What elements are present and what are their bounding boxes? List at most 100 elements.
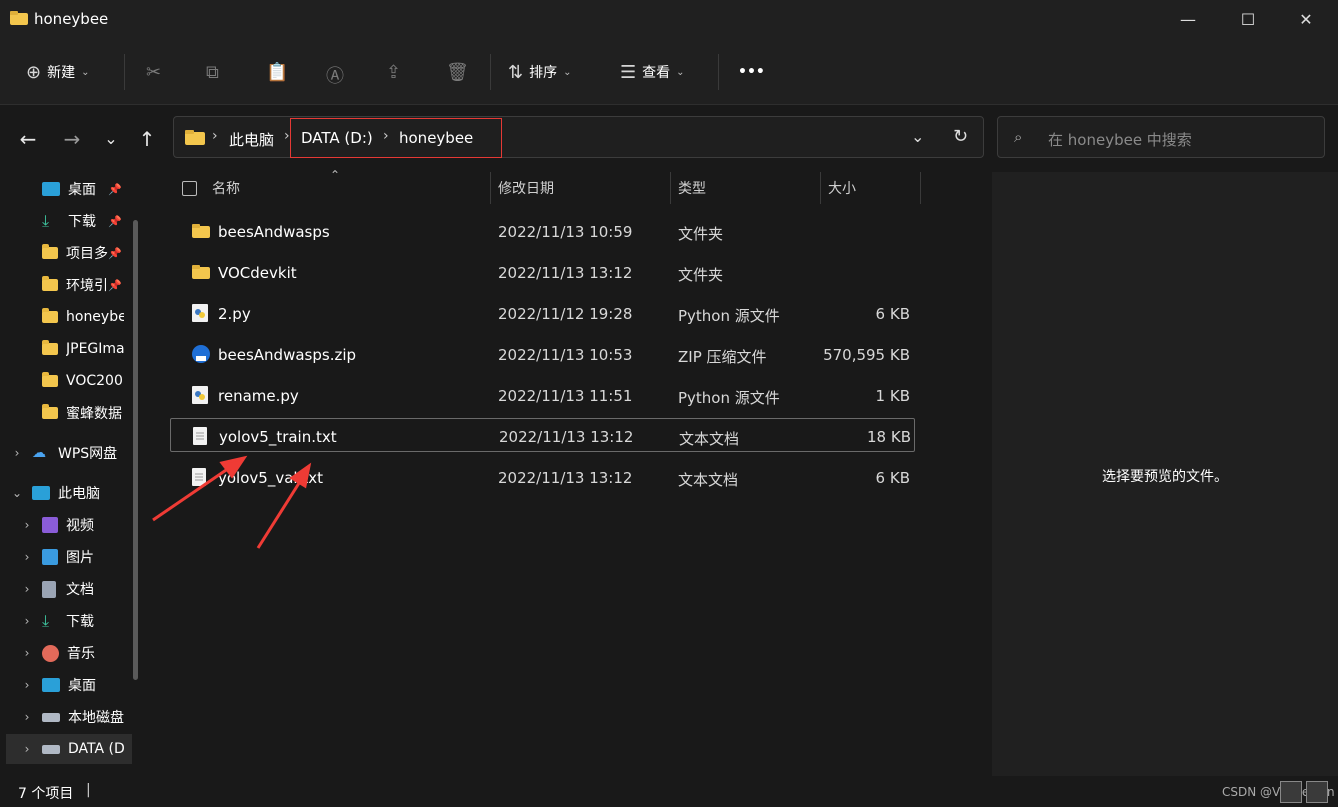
copy-icon[interactable]: ⧉ [206,62,219,83]
cut-icon[interactable]: ✂ [146,62,161,83]
column-header-size[interactable]: 大小 [828,172,856,204]
file-type: 文本文档 [679,430,740,448]
preview-pane: 选择要预览的文件。 [992,172,1338,776]
divider [124,54,125,90]
chevron-right-icon: › [24,614,30,628]
sidebar-item-downloads[interactable]: ⤓ 下载 📌 [0,206,150,236]
table-row[interactable]: yolov5_train.txt 2022/11/13 13:12 文本文档 1… [170,418,915,452]
column-divider[interactable] [820,172,821,204]
table-row[interactable]: yolov5_val.txt 2022/11/13 13:12 文本文档 6 K… [170,460,915,494]
share-icon[interactable]: ⇪ [386,62,401,83]
sidebar-item-bee-data[interactable]: 蜜蜂数据 [0,398,150,428]
folder-icon [192,265,210,279]
sidebar-item-honeybee[interactable]: honeybee [0,302,150,332]
chevron-down-icon: ⌄ [11,486,23,500]
rename-icon[interactable]: Ⓐ [326,62,344,88]
sidebar-item-this-pc[interactable]: ⌄ 此电脑 [0,478,150,508]
delete-icon[interactable]: 🗑 [446,62,469,83]
up-arrow-icon[interactable]: ↑ [133,127,161,151]
sidebar-item-voc[interactable]: VOC200 [0,366,150,396]
file-type: Python 源文件 [678,307,780,325]
sidebar-item-wps[interactable]: › ☁ WPS网盘 [0,438,150,468]
sidebar-item-label: 本地磁盘 [68,710,124,726]
sidebar-item-downloads-pc[interactable]: › ⤓ 下载 [0,606,150,636]
view-button[interactable]: ☰ 查看 ⌄ [620,54,685,90]
search-box[interactable]: ⌕ 在 honeybee 中搜索 [997,116,1325,158]
sidebar-item-desktop[interactable]: 桌面 📌 [0,174,150,204]
status-divider: | [86,782,91,798]
desktop-icon [42,678,60,692]
sidebar-item-label: 图片 [66,550,94,566]
file-date: 2022/11/12 19:28 [498,305,633,323]
pin-icon: 📌 [108,246,122,260]
column-divider[interactable] [490,172,491,204]
sidebar-item-jpegimages[interactable]: JPEGIma [0,334,150,364]
sidebar-item-pictures[interactable]: › 图片 [0,542,150,572]
file-date: 2022/11/13 10:59 [498,223,633,241]
music-icon [42,644,59,662]
large-icons-view-icon[interactable] [1306,781,1328,803]
column-header-name[interactable]: 名称 [212,172,240,204]
maximize-button[interactable]: ☐ [1218,0,1278,38]
sidebar-item-desktop-pc[interactable]: › 桌面 [0,670,150,700]
sort-button[interactable]: ⇅ 排序 ⌄ [508,54,571,90]
zip-file-icon [192,345,210,363]
sidebar-item-videos[interactable]: › 视频 [0,510,150,540]
sidebar-item-env[interactable]: 环境引 📌 [0,270,150,300]
file-name: beesAndwasps [218,223,330,241]
refresh-icon[interactable]: ↻ [953,126,968,147]
file-list: ⌃ 名称 修改日期 类型 大小 beesAndwasps 2022/11/13 … [150,168,990,776]
column-divider[interactable] [920,172,921,204]
recent-chevron-icon[interactable]: ⌄ [97,129,125,148]
sort-ascending-icon: ⌃ [330,168,341,182]
column-header-date[interactable]: 修改日期 [498,172,554,204]
pin-icon: 📌 [108,182,122,196]
sidebar-item-label: 项目多 [66,246,108,262]
plus-circle-icon: ⊕ [26,61,42,83]
sidebar-item-projects[interactable]: 项目多 📌 [0,238,150,268]
select-all-checkbox[interactable] [182,172,197,204]
table-row[interactable]: rename.py 2022/11/13 11:51 Python 源文件 1 … [170,378,915,412]
details-view-icon[interactable] [1280,781,1302,803]
sidebar-scrollbar[interactable] [133,220,138,680]
file-type: Python 源文件 [678,389,780,407]
divider [718,54,719,90]
table-row[interactable]: 2.py 2022/11/12 19:28 Python 源文件 6 KB [170,296,915,330]
sidebar-item-label: 音乐 [67,646,95,662]
search-icon: ⌕ [1014,128,1023,146]
file-size: 570,595 KB [823,346,910,364]
file-size: 6 KB [875,305,910,323]
sidebar-item-label: VOC200 [66,373,123,389]
chevron-right-icon: › [24,742,30,756]
file-size: 18 KB [867,428,911,446]
folder-icon [42,276,58,291]
sidebar-item-documents[interactable]: › 文档 [0,574,150,604]
chevron-down-icon: ⌄ [81,66,90,78]
minimize-button[interactable]: — [1158,0,1218,38]
sidebar-item-music[interactable]: › 音乐 [0,638,150,668]
sort-icon: ⇅ [508,61,524,83]
table-row[interactable]: VOCdevkit 2022/11/13 13:12 文件夹 [170,255,915,289]
close-button[interactable]: ✕ [1276,0,1336,38]
sidebar-item-label: WPS网盘 [58,446,118,462]
forward-arrow-icon[interactable]: → [58,127,86,151]
chevron-down-icon[interactable]: ⌄ [911,127,924,146]
sidebar-item-label: 桌面 [68,678,96,694]
paste-icon[interactable]: 📋 [266,62,288,83]
table-row[interactable]: beesAndwasps 2022/11/13 10:59 文件夹 [170,214,915,248]
cloud-icon: ☁ [32,445,46,461]
sidebar-item-data-drive[interactable]: › DATA (D [6,734,132,764]
sidebar-item-label: JPEGIma [66,341,125,357]
column-header-type[interactable]: 类型 [678,172,706,204]
new-button[interactable]: ⊕ 新建 ⌄ [26,54,89,90]
chevron-right-icon: › [24,646,30,660]
column-divider[interactable] [670,172,671,204]
new-label: 新建 [47,65,76,81]
more-options-button[interactable]: ••• [738,54,765,90]
back-arrow-icon[interactable]: ← [14,127,42,151]
breadcrumb-this-pc[interactable]: 此电脑 [229,129,274,150]
sort-label: 排序 [529,65,558,81]
file-date: 2022/11/13 11:51 [498,387,633,405]
sidebar-item-local-disk[interactable]: › 本地磁盘 [0,702,150,732]
table-row[interactable]: beesAndwasps.zip 2022/11/13 10:53 ZIP 压缩… [170,337,915,371]
